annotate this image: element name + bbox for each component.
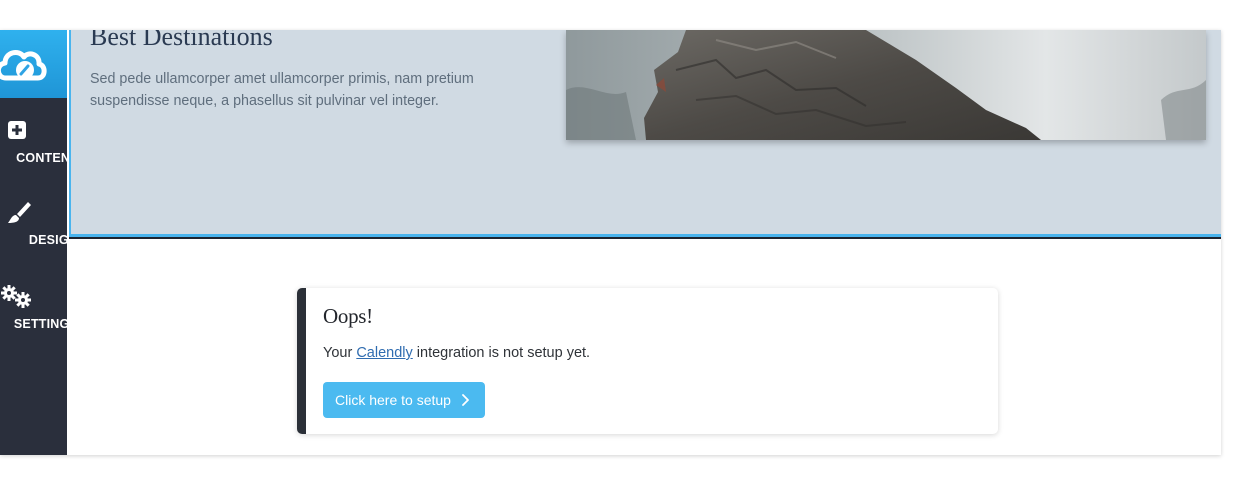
plus-square-icon	[8, 121, 26, 139]
sidebar-item-settings[interactable]: SETTINGS	[0, 284, 67, 354]
sidebar-item-design[interactable]: DESIGN	[0, 200, 67, 270]
integration-notice: Oops! Your Calendly integration is not s…	[297, 288, 998, 434]
hero-description: Sed pede ullamcorper amet ullamcorper pr…	[90, 71, 474, 109]
section-divider	[69, 237, 1221, 239]
setup-button[interactable]: Click here to setup	[323, 382, 485, 418]
sidebar-item-label: DESIGN	[28, 233, 67, 247]
notice-message-suffix: integration is not setup yet.	[412, 345, 591, 361]
notice-message-prefix: Your	[323, 345, 357, 361]
chevron-right-icon	[462, 394, 469, 406]
editor-sidebar: CONTENT DESIGN	[0, 30, 67, 455]
app-logo[interactable]	[0, 30, 67, 98]
cloud-edit-icon	[0, 50, 47, 81]
hero-image	[566, 30, 1206, 140]
setup-button-label: Click here to setup	[335, 392, 451, 408]
sidebar-item-content[interactable]: CONTENT	[0, 118, 67, 188]
sidebar-item-label: SETTINGS	[13, 317, 67, 331]
gears-icon	[1, 285, 31, 308]
editor-frame: CONTENT DESIGN	[0, 30, 1221, 455]
notice-message: Your Calendly integration is not setup y…	[323, 345, 590, 361]
calendly-link[interactable]: Calendly	[356, 345, 412, 361]
hero-title: Best Destinations	[90, 30, 273, 51]
sidebar-item-label: CONTENT	[16, 151, 67, 165]
hero-section[interactable]: Best Destinations Sed pede ullamcorper a…	[69, 30, 1221, 237]
paintbrush-icon	[8, 202, 31, 223]
notice-title: Oops!	[323, 304, 373, 328]
rock-cliff-image	[566, 30, 1206, 140]
